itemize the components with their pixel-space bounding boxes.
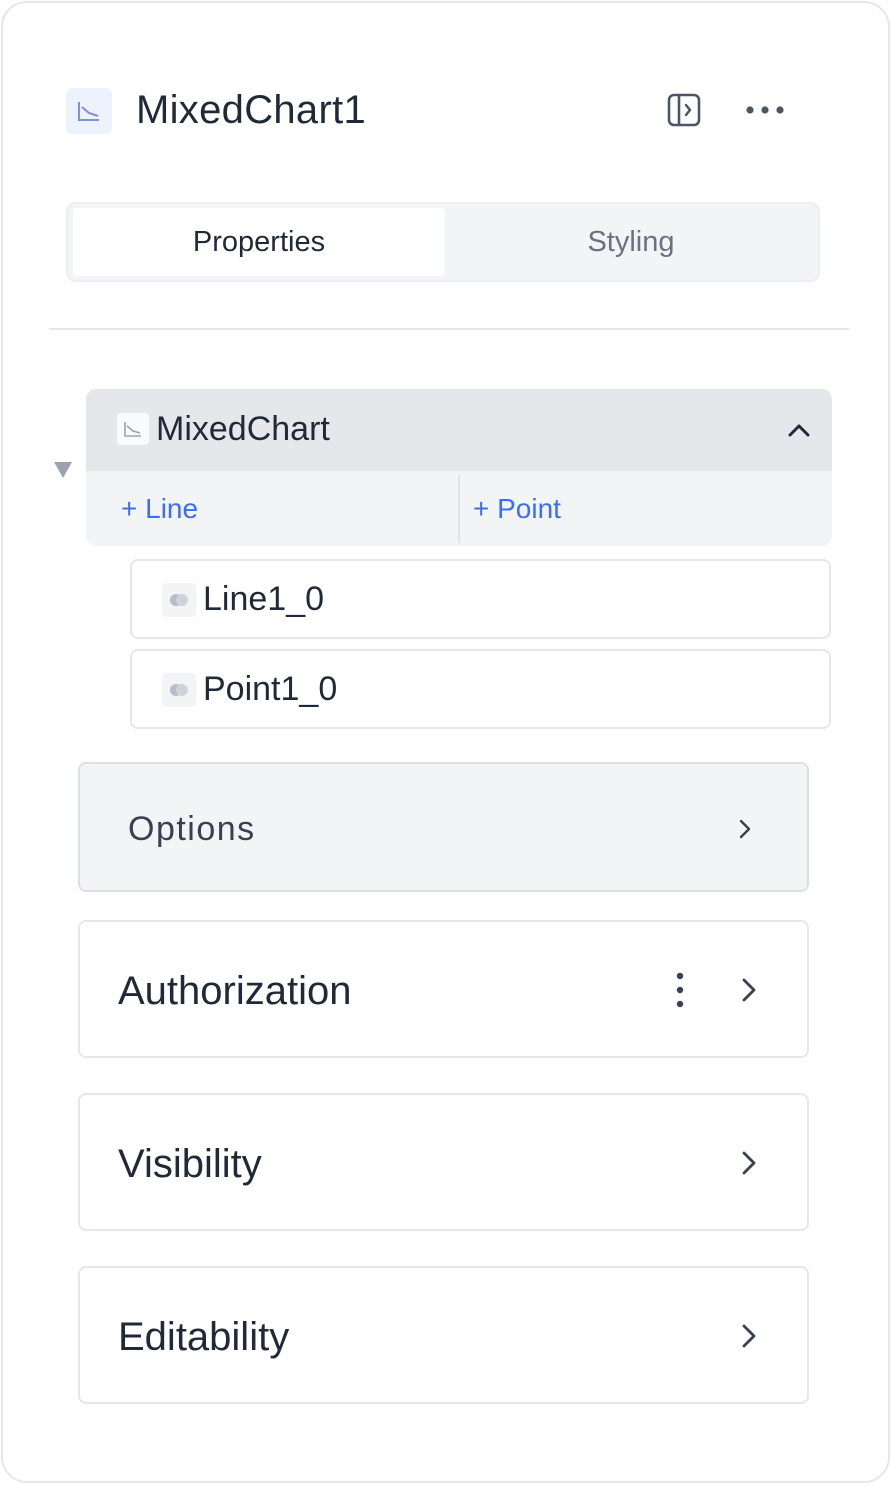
section-label-authorization: Authorization	[118, 969, 352, 1013]
more-horizontal-icon	[746, 106, 784, 114]
mixed-chart-node-label: MixedChart	[156, 410, 330, 448]
chevron-right-icon	[730, 814, 760, 844]
section-visibility[interactable]: Visibility	[78, 1093, 809, 1231]
add-point-button[interactable]: + Point	[473, 471, 803, 546]
divider	[49, 328, 849, 330]
section-label-visibility: Visibility	[118, 1142, 262, 1186]
component-title: MixedChart1	[136, 88, 367, 132]
kebab-menu-icon[interactable]	[665, 970, 695, 1010]
add-line-button[interactable]: + Line	[121, 471, 451, 546]
tree-collapse-arrow-icon[interactable]	[54, 462, 72, 478]
add-buttons-separator	[458, 475, 460, 543]
series-item-point1-0[interactable]: Point1_0	[130, 649, 831, 729]
section-label-options: Options	[128, 810, 256, 848]
series-icon	[162, 673, 196, 707]
line-chart-icon	[66, 88, 112, 134]
mixed-chart-node-header[interactable]: MixedChart	[86, 389, 832, 471]
series-item-line1-0[interactable]: Line1_0	[130, 559, 831, 639]
section-editability[interactable]: Editability	[78, 1266, 809, 1404]
section-authorization[interactable]: Authorization	[78, 920, 809, 1058]
section-options[interactable]: Options	[78, 762, 809, 892]
series-label: Point1_0	[203, 670, 338, 708]
series-label: Line1_0	[203, 580, 325, 618]
section-label-editability: Editability	[118, 1315, 290, 1359]
series-icon	[162, 583, 196, 617]
properties-panel: MixedChart1 Properties Styling MixedChar…	[1, 1, 890, 1483]
chevron-right-icon	[734, 1148, 764, 1178]
toggle-panel-icon	[667, 93, 701, 127]
tab-properties[interactable]: Properties	[73, 208, 445, 276]
chevron-right-icon	[734, 1321, 764, 1351]
tab-styling[interactable]: Styling	[445, 208, 817, 276]
chevron-up-icon[interactable]	[784, 415, 814, 445]
toggle-panel-button[interactable]	[663, 89, 705, 131]
tab-bar: Properties Styling	[66, 202, 820, 282]
line-chart-icon	[117, 413, 149, 445]
chevron-right-icon	[734, 975, 764, 1005]
mixed-chart-node: MixedChart + Line + Point	[86, 389, 832, 546]
more-options-button[interactable]	[741, 89, 789, 131]
